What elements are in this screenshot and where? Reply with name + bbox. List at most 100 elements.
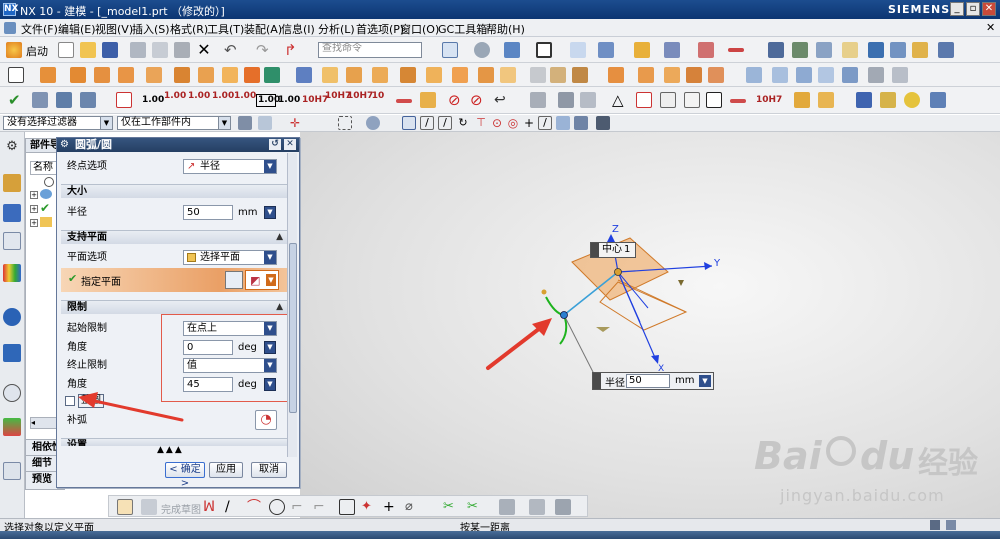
edge-blend-icon[interactable] <box>322 67 338 83</box>
offset-face-icon[interactable] <box>452 67 468 83</box>
layer-icon[interactable] <box>598 42 614 58</box>
sync-resize-icon[interactable] <box>664 67 680 83</box>
point-icon[interactable]: + <box>383 499 399 515</box>
chamfer-icon[interactable]: ⌐ <box>313 499 329 515</box>
reuse-icon[interactable] <box>818 92 834 108</box>
tool-icon[interactable] <box>930 92 946 108</box>
menu-info[interactable]: 信息(I) <box>281 21 315 37</box>
unite-icon[interactable] <box>244 67 260 83</box>
constraint-navigator-icon[interactable] <box>3 204 21 222</box>
dialog-title-bar[interactable]: ⚙ 圆弧/圆 ↺ ✕ <box>57 138 299 152</box>
drag-handle-icon[interactable] <box>593 373 601 389</box>
center-snap-icon[interactable]: ⊙ <box>490 116 504 130</box>
finish-sketch-label[interactable]: 完成草图 <box>161 501 201 516</box>
assembly-icon[interactable] <box>768 42 784 58</box>
arc-icon[interactable]: ⌒ <box>247 499 263 515</box>
quadrant-snap-icon[interactable]: ◎ <box>506 116 520 130</box>
drag-handle-icon[interactable] <box>591 243 599 257</box>
cylinder-icon[interactable] <box>118 67 134 83</box>
filter-settings-icon[interactable] <box>238 116 252 130</box>
subtract-icon[interactable] <box>264 67 280 83</box>
dimension-icon[interactable] <box>698 42 714 58</box>
limits-section-header[interactable]: 限制 ▲ <box>61 300 287 314</box>
studio-icon[interactable] <box>892 67 908 83</box>
more-chevrons-icon[interactable]: ▲▲▲ <box>157 445 184 455</box>
target-point-icon[interactable] <box>580 92 596 108</box>
scrollbar-thumb[interactable] <box>289 243 297 413</box>
view-orient-icon[interactable] <box>570 42 586 58</box>
check-icon[interactable]: ✔ <box>8 92 24 108</box>
reset-snap-icon[interactable] <box>596 116 610 130</box>
delete-icon[interactable]: ✕ <box>196 42 212 58</box>
point-snap-icon[interactable]: + <box>522 116 536 130</box>
collapse-icon[interactable]: ▲ <box>276 301 283 314</box>
rotate-view-icon[interactable] <box>474 42 490 58</box>
snap-icon[interactable] <box>634 42 650 58</box>
expand-icon[interactable]: + <box>30 205 38 213</box>
expand-icon[interactable]: + <box>30 191 38 199</box>
menu-analysis[interactable]: 分析(L) <box>318 21 355 37</box>
onscreen-radius-value[interactable]: 50 <box>626 374 670 388</box>
edit-object-icon[interactable] <box>32 92 48 108</box>
chevron-down-icon[interactable]: ▼ <box>100 117 112 129</box>
block-icon[interactable] <box>94 67 110 83</box>
menu-preferences[interactable]: 首选项(P) <box>356 21 404 37</box>
sketch-icon[interactable] <box>117 499 133 515</box>
sync-move-icon[interactable] <box>608 67 624 83</box>
analysis-icon[interactable] <box>664 42 680 58</box>
part-navigator-icon[interactable] <box>3 232 21 250</box>
explode-icon[interactable] <box>890 42 906 58</box>
polygon-icon[interactable]: ✦ <box>361 499 377 515</box>
assembly-navigator-icon[interactable] <box>3 174 21 192</box>
menu-gc-toolbox[interactable]: GC工具箱 <box>438 21 487 37</box>
sew-icon[interactable] <box>530 67 546 83</box>
auto-constrain-icon[interactable] <box>555 499 571 515</box>
bridge-icon[interactable] <box>842 67 858 83</box>
through-curves-icon[interactable] <box>772 67 788 83</box>
precision-3[interactable]: 1.00 <box>188 92 210 101</box>
settings-gear-icon[interactable]: ⚙ <box>3 138 21 156</box>
endpoint-snap-icon[interactable] <box>402 116 416 130</box>
endpoint-option-select[interactable]: ↗ 半径 ▼ <box>183 159 277 174</box>
copy-icon[interactable] <box>152 42 168 58</box>
cut-icon[interactable] <box>130 42 146 58</box>
swept-icon[interactable] <box>796 67 812 83</box>
measure-icon[interactable] <box>728 48 744 52</box>
close-icon[interactable]: ✕ <box>284 139 296 150</box>
fit-view-icon[interactable] <box>442 42 458 58</box>
fit-tolerance-5[interactable]: 10H7 <box>756 96 782 105</box>
sketch-icon[interactable] <box>8 67 24 83</box>
menu-insert[interactable]: 插入(S) <box>132 21 170 37</box>
complement-arc-icon[interactable]: ◔ <box>255 410 277 430</box>
hide-icon[interactable] <box>80 92 96 108</box>
circle-icon[interactable] <box>269 499 285 515</box>
collapse-icon[interactable]: ▲ <box>276 231 283 244</box>
menu-help[interactable]: 帮助(H) <box>486 21 525 37</box>
on-face-snap-icon[interactable] <box>556 116 570 130</box>
reset-icon[interactable]: ↺ <box>269 139 281 150</box>
revolve-icon[interactable] <box>70 67 86 83</box>
shaded-view-icon[interactable] <box>504 42 520 58</box>
sync-replace-icon[interactable] <box>708 67 724 83</box>
undo-icon[interactable]: ↶ <box>224 42 240 58</box>
note-icon[interactable] <box>660 92 676 108</box>
start-button-label[interactable]: 启动 <box>26 43 48 59</box>
precision-boxed[interactable]: 1.00 <box>256 94 280 107</box>
close-window-button[interactable]: ✕ <box>982 2 996 16</box>
boss-icon[interactable] <box>174 67 190 83</box>
dimension-style-icon[interactable] <box>396 99 412 103</box>
precision-2[interactable]: 1.00 <box>164 92 186 101</box>
sync-delete-icon[interactable] <box>686 67 702 83</box>
roles-icon[interactable] <box>3 462 21 480</box>
wave-icon[interactable] <box>938 42 954 58</box>
boolean-icon[interactable] <box>222 67 238 83</box>
precision-4[interactable]: 1.00 <box>212 92 234 101</box>
support-plane-section-header[interactable]: 支持平面 ▲ <box>61 230 287 244</box>
table-note-icon[interactable] <box>706 92 722 108</box>
precision-1[interactable]: 1.00 <box>142 96 164 105</box>
datum-target-icon[interactable] <box>636 92 652 108</box>
center-tag[interactable]: 中心 1 <box>590 242 636 258</box>
draft-icon[interactable] <box>426 67 442 83</box>
ring-icon[interactable] <box>904 92 920 108</box>
reference-icon[interactable] <box>842 42 858 58</box>
